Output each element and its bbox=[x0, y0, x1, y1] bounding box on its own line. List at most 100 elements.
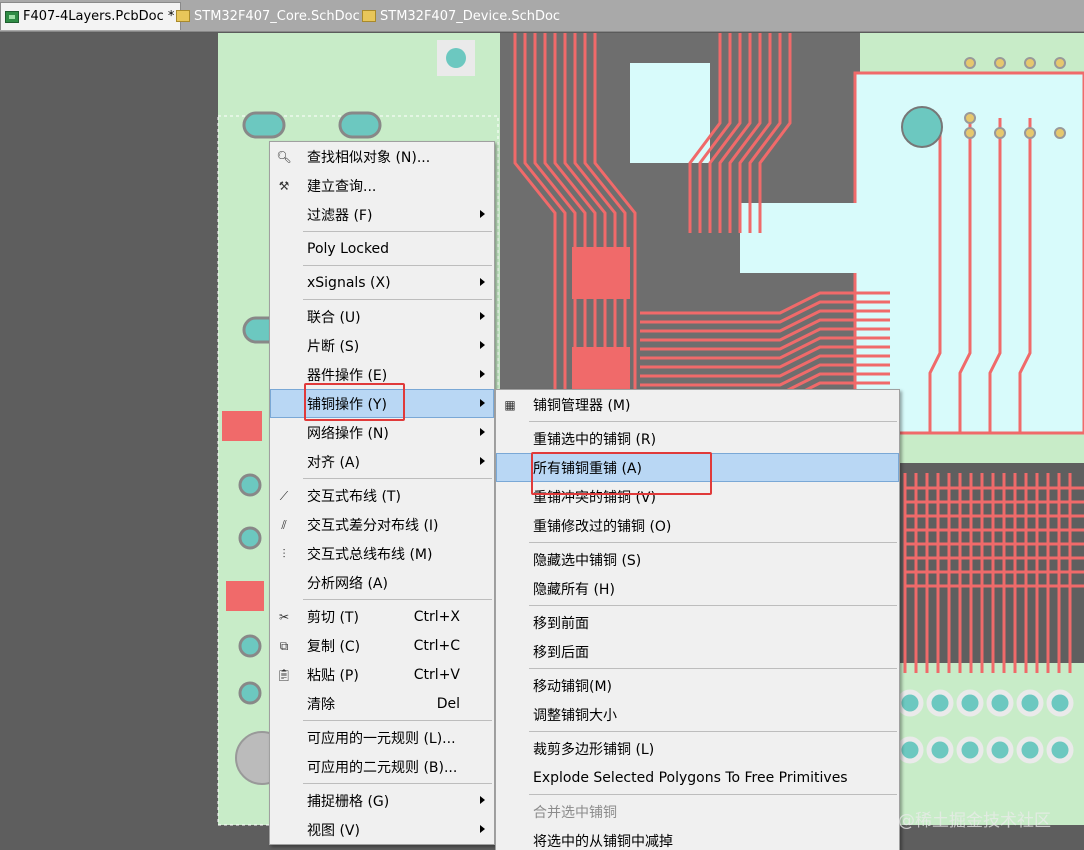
menu-item-label: 粘贴 (P) bbox=[307, 667, 359, 684]
menu-item-label: 联合 (U) bbox=[307, 309, 361, 326]
polygon-submenu-item[interactable]: 将选中的从铺铜中减掉 bbox=[496, 826, 899, 850]
hammer-icon: ⚒ bbox=[278, 179, 290, 193]
polygon-submenu-item[interactable]: 隐藏选中铺铜 (S) bbox=[496, 545, 899, 574]
pcb-pad bbox=[238, 681, 262, 705]
menu-item-label: 铺铜操作 (Y) bbox=[307, 396, 387, 413]
document-tab-bar: F407-4Layers.PcbDoc * STM32F407_Core.SchD… bbox=[0, 0, 1084, 32]
polygon-submenu-item[interactable]: 所有铺铜重铺 (A) bbox=[496, 453, 899, 482]
pcb-context-menu: 🔍︎ 查找相似对象 (N)... ⚒ 建立查询... 过滤器 (F) Poly Locke… bbox=[269, 141, 495, 845]
via bbox=[1024, 127, 1036, 139]
pcb-document-icon bbox=[5, 10, 19, 23]
polygon-submenu-item[interactable]: 裁剪多边形铺铜 (L) bbox=[496, 734, 899, 763]
schematic-document-icon bbox=[176, 10, 190, 22]
pcb-pad bbox=[1016, 736, 1044, 764]
diff-pair-route-icon: ⫽ bbox=[281, 517, 287, 532]
bus-route-icon: ⫶ bbox=[282, 546, 286, 561]
polygon-submenu-item[interactable]: 移到后面 bbox=[496, 637, 899, 666]
submenu-arrow-icon bbox=[480, 428, 485, 436]
menu-item-label: 网络操作 (N) bbox=[307, 425, 389, 442]
menu-item-label: 重铺冲突的铺铜 (V) bbox=[533, 489, 656, 506]
menu-item-label: 清除 bbox=[307, 696, 335, 713]
submenu-arrow-icon bbox=[480, 312, 485, 320]
via bbox=[1024, 57, 1036, 69]
context-menu-item[interactable]: 对齐 (A) bbox=[270, 447, 494, 476]
menu-item-label: 调整铺铜大小 bbox=[533, 707, 617, 724]
menu-item-label: 查找相似对象 (N)... bbox=[307, 149, 431, 166]
menu-item-label: 所有铺铜重铺 (A) bbox=[533, 460, 642, 477]
mounting-hole bbox=[446, 48, 466, 68]
menu-item-label: 捕捉栅格 (G) bbox=[307, 793, 390, 810]
menu-item-label: 重铺修改过的铺铜 (O) bbox=[533, 518, 672, 535]
pcb-pad bbox=[1046, 689, 1074, 717]
menu-item-label: 隐藏选中铺铜 (S) bbox=[533, 552, 642, 569]
pcb-pad bbox=[1046, 736, 1074, 764]
submenu-arrow-icon bbox=[480, 341, 485, 349]
polygon-submenu-item[interactable]: 移动铺铜(M) bbox=[496, 671, 899, 700]
menu-item-label: 移动铺铜(M) bbox=[533, 678, 613, 695]
context-menu-item[interactable]: ⫽ 交互式差分对布线 (I) bbox=[270, 510, 494, 539]
polygon-manager-icon: ▦ bbox=[504, 398, 516, 412]
context-menu-item[interactable]: ⧉ 复制 (C) Ctrl+C bbox=[270, 631, 494, 660]
context-menu-item[interactable]: 联合 (U) bbox=[270, 302, 494, 331]
copy-icon: ⧉ bbox=[279, 638, 289, 653]
pcb-pad bbox=[956, 689, 984, 717]
polygon-submenu-item[interactable]: 重铺选中的铺铜 (R) bbox=[496, 424, 899, 453]
magnifier-icon: 🔍︎ bbox=[276, 150, 292, 164]
context-menu-item[interactable]: 清除 Del bbox=[270, 689, 494, 718]
polygon-submenu-item[interactable]: 重铺冲突的铺铜 (V) bbox=[496, 482, 899, 511]
via bbox=[964, 112, 976, 124]
pcb-pad bbox=[238, 634, 262, 658]
pcb-pad bbox=[896, 736, 924, 764]
pcb-pad bbox=[986, 736, 1014, 764]
polygon-submenu-item[interactable]: ▦ 铺铜管理器 (M) bbox=[496, 390, 899, 419]
via bbox=[964, 127, 976, 139]
context-menu-item[interactable]: 可应用的一元规则 (L)... bbox=[270, 723, 494, 752]
pcb-pad bbox=[238, 526, 262, 550]
polygon-submenu-item: 合并选中铺铜 bbox=[496, 797, 899, 826]
menu-item-label: 隐藏所有 (H) bbox=[533, 581, 615, 598]
context-menu-item[interactable]: ⫶ 交互式总线布线 (M) bbox=[270, 539, 494, 568]
tab-2[interactable]: STM32F407_Core.SchDoc bbox=[172, 2, 366, 30]
menu-item-shortcut: Ctrl+C bbox=[413, 637, 460, 654]
context-menu-item[interactable]: 捕捉栅格 (G) bbox=[270, 786, 494, 815]
submenu-arrow-icon bbox=[480, 399, 485, 407]
route-icon: ⟋ bbox=[279, 488, 289, 503]
menu-item-label: 交互式差分对布线 (I) bbox=[307, 517, 439, 534]
context-menu-item[interactable]: 可应用的二元规则 (B)... bbox=[270, 752, 494, 781]
menu-item-shortcut: Ctrl+V bbox=[413, 666, 460, 683]
context-menu-item[interactable]: ⚒ 建立查询... bbox=[270, 171, 494, 200]
context-menu-item[interactable]: 过滤器 (F) bbox=[270, 200, 494, 229]
context-menu-item[interactable]: Poly Locked bbox=[270, 234, 494, 263]
pcb-pad bbox=[986, 689, 1014, 717]
polygon-submenu-item[interactable]: 调整铺铜大小 bbox=[496, 700, 899, 729]
tab-1[interactable]: F407-4Layers.PcbDoc * bbox=[0, 2, 182, 30]
context-menu-item[interactable]: 视图 (V) bbox=[270, 815, 494, 844]
context-menu-item[interactable]: 分析网络 (A) bbox=[270, 568, 494, 597]
polygon-actions-submenu: ▦ 铺铜管理器 (M) 重铺选中的铺铜 (R) 所有铺铜重铺 (A) 重铺冲突的铺铜 (… bbox=[495, 389, 900, 850]
menu-item-label: 器件操作 (E) bbox=[307, 367, 388, 384]
context-menu-item[interactable]: ⟋ 交互式布线 (T) bbox=[270, 481, 494, 510]
context-menu-item[interactable]: 📋︎ 粘贴 (P) Ctrl+V bbox=[270, 660, 494, 689]
paste-icon: 📋︎ bbox=[276, 668, 292, 682]
polygon-submenu-item[interactable]: 隐藏所有 (H) bbox=[496, 574, 899, 603]
context-menu-item[interactable]: 片断 (S) bbox=[270, 331, 494, 360]
schematic-document-icon bbox=[362, 10, 376, 22]
submenu-arrow-icon bbox=[480, 210, 485, 218]
tab-3[interactable]: STM32F407_Device.SchDoc bbox=[358, 2, 566, 30]
copper-pad bbox=[572, 347, 630, 395]
polygon-submenu-item[interactable]: 移到前面 bbox=[496, 608, 899, 637]
context-menu-item[interactable]: 🔍︎ 查找相似对象 (N)... bbox=[270, 142, 494, 171]
pcb-pad bbox=[238, 473, 262, 497]
submenu-arrow-icon bbox=[480, 278, 485, 286]
copper-pad bbox=[338, 111, 382, 139]
polygon-submenu-item[interactable]: Explode Selected Polygons To Free Primit… bbox=[496, 763, 899, 792]
menu-item-label: 片断 (S) bbox=[307, 338, 360, 355]
context-menu-item[interactable]: 铺铜操作 (Y) bbox=[270, 389, 494, 418]
context-menu-item[interactable]: 网络操作 (N) bbox=[270, 418, 494, 447]
context-menu-item[interactable]: 器件操作 (E) bbox=[270, 360, 494, 389]
context-menu-item[interactable]: xSignals (X) bbox=[270, 268, 494, 297]
polygon-submenu-item[interactable]: 重铺修改过的铺铜 (O) bbox=[496, 511, 899, 540]
mounting-hole bbox=[901, 106, 943, 148]
menu-item-label: Poly Locked bbox=[307, 240, 390, 257]
context-menu-item[interactable]: ✂ 剪切 (T) Ctrl+X bbox=[270, 602, 494, 631]
